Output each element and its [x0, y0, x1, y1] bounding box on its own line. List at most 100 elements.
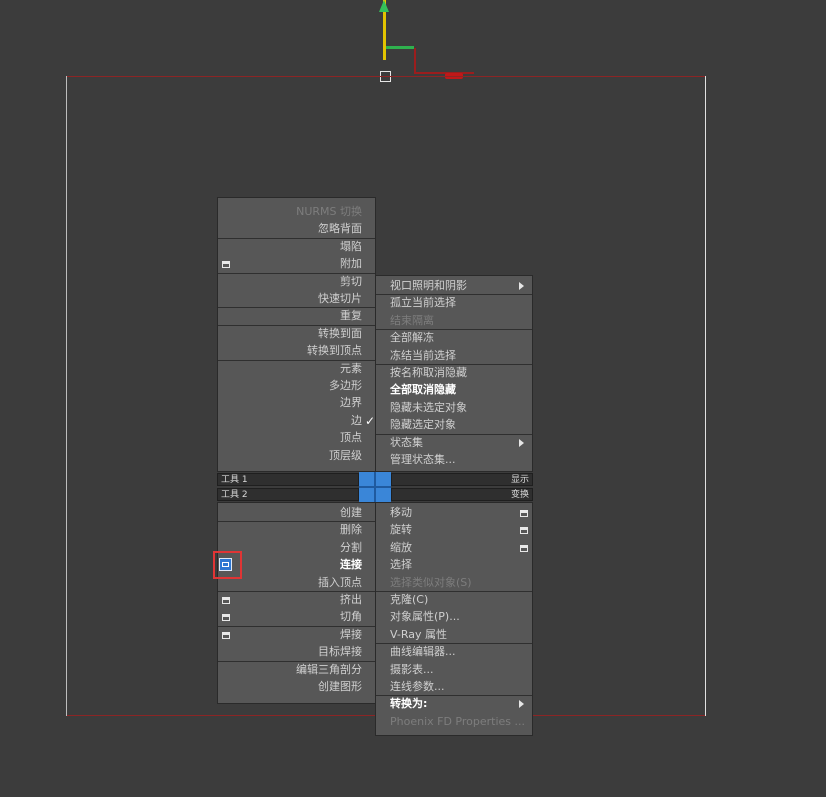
- menu-item[interactable]: 元素: [218, 361, 376, 377]
- menu-item[interactable]: 塌陷: [218, 239, 376, 255]
- menu-separator: [376, 294, 532, 295]
- quad-title-bar-bottom-right: 变换: [391, 488, 533, 501]
- menu-item-label: 转换到面: [318, 327, 362, 340]
- menu-separator: [218, 325, 375, 326]
- menu-item-label: 切角: [340, 610, 362, 623]
- menu-item[interactable]: 按名称取消隐藏: [376, 365, 534, 381]
- menu-item[interactable]: 移动: [376, 505, 534, 521]
- menu-separator: [218, 238, 375, 239]
- menu-item-label: 对象属性(P)...: [390, 610, 460, 623]
- settings-box-icon[interactable]: [222, 261, 230, 268]
- menu-item-label: 选择: [390, 558, 412, 571]
- menu-item[interactable]: 选择: [376, 557, 534, 573]
- menu-item[interactable]: 摄影表...: [376, 662, 534, 678]
- settings-box-icon[interactable]: [222, 614, 230, 621]
- gizmo-green-axis[interactable]: [386, 46, 414, 49]
- menu-item-label: 创建图形: [318, 680, 362, 693]
- menu-item-label: 连线参数...: [390, 680, 445, 693]
- menu-item[interactable]: 转换为:: [376, 696, 534, 712]
- settings-box-icon[interactable]: [222, 632, 230, 639]
- submenu-arrow-icon: [519, 282, 524, 290]
- menu-item[interactable]: 忽略背面: [218, 221, 376, 237]
- menu-item[interactable]: 转换到顶点: [218, 343, 376, 359]
- connect-settings-icon[interactable]: [219, 558, 232, 571]
- menu-item[interactable]: 边: [218, 413, 376, 429]
- quad-title-display: 显示: [510, 475, 529, 485]
- menu-item[interactable]: 缩放: [376, 540, 534, 556]
- quad-title-bar-bottom: 工具 2: [217, 488, 359, 501]
- menu-item-label: 视口照明和阴影: [390, 279, 467, 292]
- menu-separator: [376, 434, 532, 435]
- menu-item[interactable]: 状态集: [376, 435, 534, 451]
- menu-item-label: 边: [351, 414, 362, 427]
- menu-item[interactable]: 连线参数...: [376, 679, 534, 695]
- menu-item[interactable]: 目标焊接: [218, 644, 376, 660]
- menu-item[interactable]: 视口照明和阴影: [376, 278, 534, 294]
- menu-item-label: 按名称取消隐藏: [390, 366, 467, 379]
- menu-item[interactable]: 曲线编辑器...: [376, 644, 534, 660]
- menu-item[interactable]: 多边形: [218, 378, 376, 394]
- menu-item-label: 顶层级: [329, 449, 362, 462]
- menu-item[interactable]: 重复: [218, 308, 376, 324]
- quad-title-tools1: 工具 1: [221, 475, 248, 485]
- menu-item[interactable]: 隐藏未选定对象: [376, 400, 534, 416]
- menu-item[interactable]: 顶点: [218, 430, 376, 446]
- menu-item-label: 挤出: [340, 593, 362, 606]
- menu-item-label: 移动: [390, 506, 412, 519]
- menu-separator: [218, 307, 375, 308]
- settings-box-icon[interactable]: [222, 597, 230, 604]
- menu-item-label: 转换为:: [390, 697, 428, 710]
- menu-item[interactable]: 删除: [218, 522, 376, 538]
- menu-item-label: 快速切片: [318, 292, 362, 305]
- quad-title-tools2: 工具 2: [221, 490, 248, 500]
- settings-box-icon[interactable]: [520, 545, 528, 552]
- menu-item[interactable]: 冻结当前选择: [376, 348, 534, 364]
- submenu-arrow-icon: [519, 700, 524, 708]
- quad-center-handle[interactable]: [359, 472, 391, 502]
- settings-box-icon[interactable]: [520, 510, 528, 517]
- menu-item-label: 分割: [340, 541, 362, 554]
- menu-item[interactable]: 剪切: [218, 274, 376, 290]
- menu-item[interactable]: 顶层级: [218, 448, 376, 464]
- menu-item[interactable]: 创建: [218, 505, 376, 521]
- quad-display-panel: 视口照明和阴影 孤立当前选择 结束隔离全部解冻冻结当前选择 按名称取消隐藏全部取消隐藏…: [375, 275, 533, 472]
- menu-item: 选择类似对象(S): [376, 575, 534, 591]
- menu-item-label: 结束隔离: [390, 314, 434, 327]
- menu-item[interactable]: 管理状态集...: [376, 452, 534, 468]
- menu-separator: [218, 273, 375, 274]
- menu-item[interactable]: 全部取消隐藏: [376, 382, 534, 398]
- menu-item: NURMS 切换: [218, 204, 376, 220]
- settings-box-icon[interactable]: [520, 527, 528, 534]
- menu-item[interactable]: 快速切片: [218, 291, 376, 307]
- menu-item[interactable]: 附加: [218, 256, 376, 272]
- menu-item[interactable]: 创建图形: [218, 679, 376, 695]
- menu-item[interactable]: 编辑三角剖分: [218, 662, 376, 678]
- submenu-arrow-icon: [519, 439, 524, 447]
- menu-item-label: 元素: [340, 362, 362, 375]
- menu-item-label: 忽略背面: [318, 222, 362, 235]
- menu-item: 结束隔离: [376, 313, 534, 329]
- menu-item[interactable]: V-Ray 属性: [376, 627, 534, 643]
- plane-edge-right: [705, 76, 706, 716]
- menu-item[interactable]: 切角: [218, 609, 376, 625]
- menu-item-label: 目标焊接: [318, 645, 362, 658]
- menu-item-label: 插入顶点: [318, 576, 362, 589]
- quad-title-bar-top: 工具 1: [217, 473, 359, 486]
- menu-item[interactable]: 隐藏选定对象: [376, 417, 534, 433]
- menu-item[interactable]: 焊接: [218, 627, 376, 643]
- menu-item[interactable]: 边界: [218, 395, 376, 411]
- menu-item[interactable]: 全部解冻: [376, 330, 534, 346]
- menu-item[interactable]: 旋转: [376, 522, 534, 538]
- menu-item-label: 转换到顶点: [307, 344, 362, 357]
- menu-item[interactable]: 克隆(C): [376, 592, 534, 608]
- menu-item-label: 曲线编辑器...: [390, 645, 456, 658]
- menu-item-label: 冻结当前选择: [390, 349, 456, 362]
- menu-item[interactable]: 转换到面: [218, 326, 376, 342]
- menu-item[interactable]: 孤立当前选择: [376, 295, 534, 311]
- menu-item-label: 多边形: [329, 379, 362, 392]
- menu-item[interactable]: 挤出: [218, 592, 376, 608]
- menu-item[interactable]: 对象属性(P)...: [376, 609, 534, 625]
- menu-item-label: 塌陷: [340, 240, 362, 253]
- menu-item-label: 缩放: [390, 541, 412, 554]
- menu-item-label: 孤立当前选择: [390, 296, 456, 309]
